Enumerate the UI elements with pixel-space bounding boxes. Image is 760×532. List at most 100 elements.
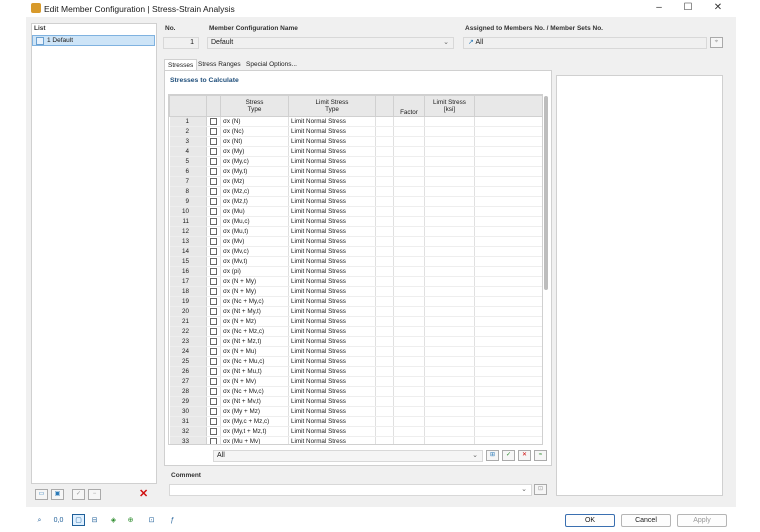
table-row[interactable]: 16 σx (pi) Limit Normal Stress (169, 266, 542, 277)
factor-cell[interactable] (393, 336, 425, 347)
limit-stress-cell[interactable] (424, 296, 475, 307)
row-checkbox-cell[interactable] (206, 336, 221, 347)
factor-cell[interactable] (393, 276, 425, 287)
limit-type-cell[interactable]: Limit Normal Stress (288, 116, 376, 127)
factor-cell[interactable] (393, 156, 425, 167)
row-checkbox-cell[interactable] (206, 296, 221, 307)
row-checkbox[interactable] (210, 257, 217, 265)
limit-type-cell[interactable]: Limit Normal Stress (288, 216, 376, 227)
list-item-default[interactable]: 1 Default (32, 35, 155, 46)
limit-type-cell[interactable]: Limit Normal Stress (288, 276, 376, 287)
row-checkbox-cell[interactable] (206, 146, 221, 157)
factor-cell[interactable] (393, 116, 425, 127)
row-checkbox-cell[interactable] (206, 406, 221, 417)
row-checkbox[interactable] (210, 367, 217, 375)
limit-stress-cell[interactable] (424, 236, 475, 247)
row-checkbox[interactable] (210, 157, 217, 165)
select-all-icon[interactable]: ✓ (502, 450, 515, 461)
table-row[interactable]: 11 σx (Mu,c) Limit Normal Stress (169, 216, 542, 227)
factor-cell[interactable] (393, 176, 425, 187)
row-checkbox-cell[interactable] (206, 256, 221, 267)
factor-cell[interactable] (393, 146, 425, 157)
check-all-icon[interactable]: ✓ (72, 489, 85, 500)
table-row[interactable]: 4 σx (My) Limit Normal Stress (169, 146, 542, 157)
row-checkbox[interactable] (210, 177, 217, 185)
row-checkbox[interactable] (210, 187, 217, 195)
delete-icon[interactable]: ✕ (139, 487, 148, 500)
row-checkbox[interactable] (210, 317, 217, 325)
factor-cell[interactable] (393, 366, 425, 377)
tab-stresses[interactable]: Stresses (164, 59, 198, 70)
row-checkbox-cell[interactable] (206, 416, 221, 427)
row-checkbox-cell[interactable] (206, 356, 221, 367)
row-checkbox[interactable] (210, 387, 217, 395)
table-icon[interactable]: ⊟ (88, 514, 101, 526)
limit-type-cell[interactable]: Limit Normal Stress (288, 406, 376, 417)
factor-cell[interactable] (393, 186, 425, 197)
factor-cell[interactable] (393, 376, 425, 387)
limit-type-cell[interactable]: Limit Normal Stress (288, 126, 376, 137)
factor-cell[interactable] (393, 166, 425, 177)
row-checkbox-cell[interactable] (206, 206, 221, 217)
row-checkbox-cell[interactable] (206, 276, 221, 287)
factor-cell[interactable] (393, 206, 425, 217)
table-row[interactable]: 14 σx (Mv,c) Limit Normal Stress (169, 246, 542, 257)
row-checkbox-cell[interactable] (206, 156, 221, 167)
no-field[interactable]: 1 (163, 37, 199, 49)
factor-cell[interactable] (393, 316, 425, 327)
table-row[interactable]: 33 σx (Mu + Mv) Limit Normal Stress (169, 436, 542, 444)
table-row[interactable]: 31 σx (My,c + Mz,c) Limit Normal Stress (169, 416, 542, 427)
factor-cell[interactable] (393, 396, 425, 407)
table-row[interactable]: 22 σx (Nc + Mz,c) Limit Normal Stress (169, 326, 542, 337)
row-checkbox-cell[interactable] (206, 316, 221, 327)
limit-type-cell[interactable]: Limit Normal Stress (288, 326, 376, 337)
factor-cell[interactable] (393, 416, 425, 427)
model-icon[interactable]: ◈ (107, 514, 120, 526)
limit-type-cell[interactable]: Limit Normal Stress (288, 246, 376, 257)
limit-stress-cell[interactable] (424, 166, 475, 177)
tab-stress-ranges[interactable]: Stress Ranges (195, 59, 244, 70)
row-checkbox-cell[interactable] (206, 196, 221, 207)
uncheck-all-icon[interactable]: − (88, 489, 101, 500)
row-checkbox[interactable] (210, 247, 217, 255)
factor-cell[interactable] (393, 126, 425, 137)
limit-stress-cell[interactable] (424, 406, 475, 417)
factor-cell[interactable] (393, 236, 425, 247)
limit-stress-cell[interactable] (424, 226, 475, 237)
limit-type-cell[interactable]: Limit Normal Stress (288, 166, 376, 177)
factor-cell[interactable] (393, 386, 425, 397)
limit-stress-cell[interactable] (424, 146, 475, 157)
factor-cell[interactable] (393, 246, 425, 257)
row-checkbox-cell[interactable] (206, 386, 221, 397)
copy-item-icon[interactable]: ▣ (51, 489, 64, 500)
limit-type-cell[interactable]: Limit Normal Stress (288, 336, 376, 347)
limit-stress-cell[interactable] (424, 156, 475, 167)
row-checkbox[interactable] (210, 197, 217, 205)
table-row[interactable]: 24 σx (N + Mu) Limit Normal Stress (169, 346, 542, 357)
row-checkbox[interactable] (210, 297, 217, 305)
pick-members-icon[interactable]: ⌖ (710, 37, 723, 48)
limit-type-cell[interactable]: Limit Normal Stress (288, 396, 376, 407)
row-checkbox-cell[interactable] (206, 216, 221, 227)
limit-stress-cell[interactable] (424, 396, 475, 407)
table-row[interactable]: 30 σx (My + Mz) Limit Normal Stress (169, 406, 542, 417)
limit-type-cell[interactable]: Limit Normal Stress (288, 206, 376, 217)
factor-cell[interactable] (393, 216, 425, 227)
row-checkbox[interactable] (210, 167, 217, 175)
limit-type-cell[interactable]: Limit Normal Stress (288, 296, 376, 307)
limit-stress-cell[interactable] (424, 436, 475, 444)
limit-stress-cell[interactable] (424, 196, 475, 207)
row-checkbox[interactable] (210, 147, 217, 155)
limit-stress-cell[interactable] (424, 276, 475, 287)
limit-stress-cell[interactable] (424, 376, 475, 387)
row-checkbox[interactable] (210, 407, 217, 415)
row-checkbox-cell[interactable] (206, 236, 221, 247)
table-row[interactable]: 13 σx (Mv) Limit Normal Stress (169, 236, 542, 247)
table-row[interactable]: 12 σx (Mu,t) Limit Normal Stress (169, 226, 542, 237)
factor-cell[interactable] (393, 406, 425, 417)
limit-stress-cell[interactable] (424, 306, 475, 317)
limit-stress-cell[interactable] (424, 256, 475, 267)
apply-button[interactable]: Apply (677, 514, 727, 527)
cancel-button[interactable]: Cancel (621, 514, 671, 527)
limit-stress-cell[interactable] (424, 416, 475, 427)
